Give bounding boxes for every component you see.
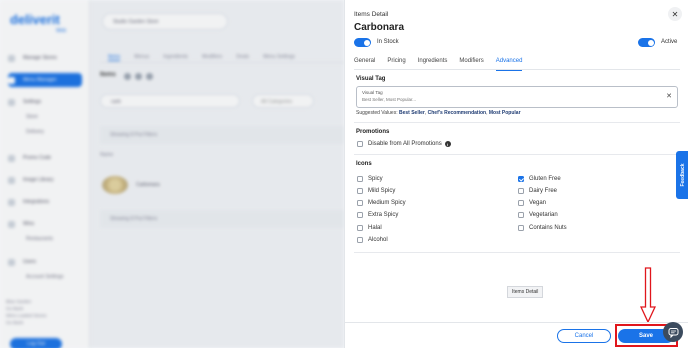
- checkbox-checked[interactable]: [518, 176, 524, 182]
- icon-option-vegan[interactable]: Vegan: [518, 200, 546, 206]
- overlay-dim: [0, 0, 344, 348]
- annotation-arrow-icon: [640, 267, 656, 323]
- checkbox[interactable]: [357, 176, 363, 182]
- checkbox[interactable]: [518, 188, 524, 194]
- disable-promotions-option[interactable]: Disable from All Promotions i: [357, 141, 451, 147]
- suggested-value-best-seller[interactable]: Best Seller: [399, 110, 425, 116]
- tooltip: Items Detail: [507, 286, 544, 298]
- visual-tag-input[interactable]: [362, 97, 652, 102]
- icon-option-alcohol[interactable]: Alcohol: [357, 237, 388, 243]
- clear-icon[interactable]: ✕: [666, 92, 672, 100]
- icon-option-halal[interactable]: Halal: [357, 225, 382, 231]
- cancel-button[interactable]: Cancel: [557, 329, 611, 343]
- suggested-value-chefs-recommendation[interactable]: Chef's Recommendation: [428, 110, 486, 116]
- feedback-tab[interactable]: Feedback: [676, 151, 688, 199]
- panel-title: Items Detail: [354, 11, 389, 18]
- icon-option-medium-spicy[interactable]: Medium Spicy: [357, 200, 406, 206]
- checkbox[interactable]: [518, 212, 524, 218]
- promotions-title: Promotions: [356, 129, 390, 135]
- chat-icon: [668, 327, 678, 338]
- in-stock-label: In Stock: [377, 39, 399, 45]
- disable-promotions-checkbox[interactable]: [357, 141, 363, 147]
- icon-option-spicy[interactable]: Spicy: [357, 176, 383, 182]
- close-icon: ✕: [671, 9, 679, 19]
- icon-option-vegetarian[interactable]: Vegetarian: [518, 212, 558, 218]
- checkbox[interactable]: [357, 188, 363, 194]
- visual-tag-field-label: Visual Tag: [362, 90, 383, 95]
- checkbox[interactable]: [518, 225, 524, 231]
- checkbox[interactable]: [357, 225, 363, 231]
- icon-option-extra-spicy[interactable]: Extra Spicy: [357, 212, 398, 218]
- chat-button[interactable]: [663, 322, 683, 342]
- suggested-value-most-popular[interactable]: Most Popular: [489, 110, 521, 116]
- checkbox[interactable]: [357, 212, 363, 218]
- icon-option-mild-spicy[interactable]: Mild Spicy: [357, 188, 395, 194]
- section-divider: [354, 252, 680, 253]
- icons-title: Icons: [356, 161, 372, 167]
- close-button[interactable]: ✕: [668, 7, 682, 21]
- icon-option-gluten-free[interactable]: Gluten Free: [518, 176, 561, 182]
- visual-tag-title: Visual Tag: [356, 76, 386, 82]
- checkbox[interactable]: [357, 200, 363, 206]
- items-detail-panel: Items Detail ✕ Carbonara In Stock Active…: [344, 0, 688, 348]
- visual-tag-field[interactable]: Visual Tag ✕: [356, 86, 678, 108]
- icon-option-contains-nuts[interactable]: Contains Nuts: [518, 225, 567, 231]
- disable-promotions-label: Disable from All Promotions: [368, 141, 442, 147]
- active-toggle[interactable]: [638, 38, 655, 47]
- in-stock-toggle[interactable]: [354, 38, 371, 47]
- info-icon[interactable]: i: [444, 141, 451, 147]
- suggested-values: Suggested Values: Best Seller, Chef's Re…: [356, 110, 521, 116]
- feedback-label: Feedback: [680, 163, 686, 187]
- checkbox[interactable]: [518, 200, 524, 206]
- tabs-divider: [354, 69, 680, 70]
- active-label: Active: [661, 39, 678, 45]
- footer-divider: [345, 322, 688, 323]
- item-name: Carbonara: [354, 22, 405, 33]
- checkbox[interactable]: [357, 237, 363, 243]
- section-divider: [354, 122, 680, 123]
- icon-option-dairy-free[interactable]: Dairy Free: [518, 188, 557, 194]
- section-divider: [354, 154, 680, 155]
